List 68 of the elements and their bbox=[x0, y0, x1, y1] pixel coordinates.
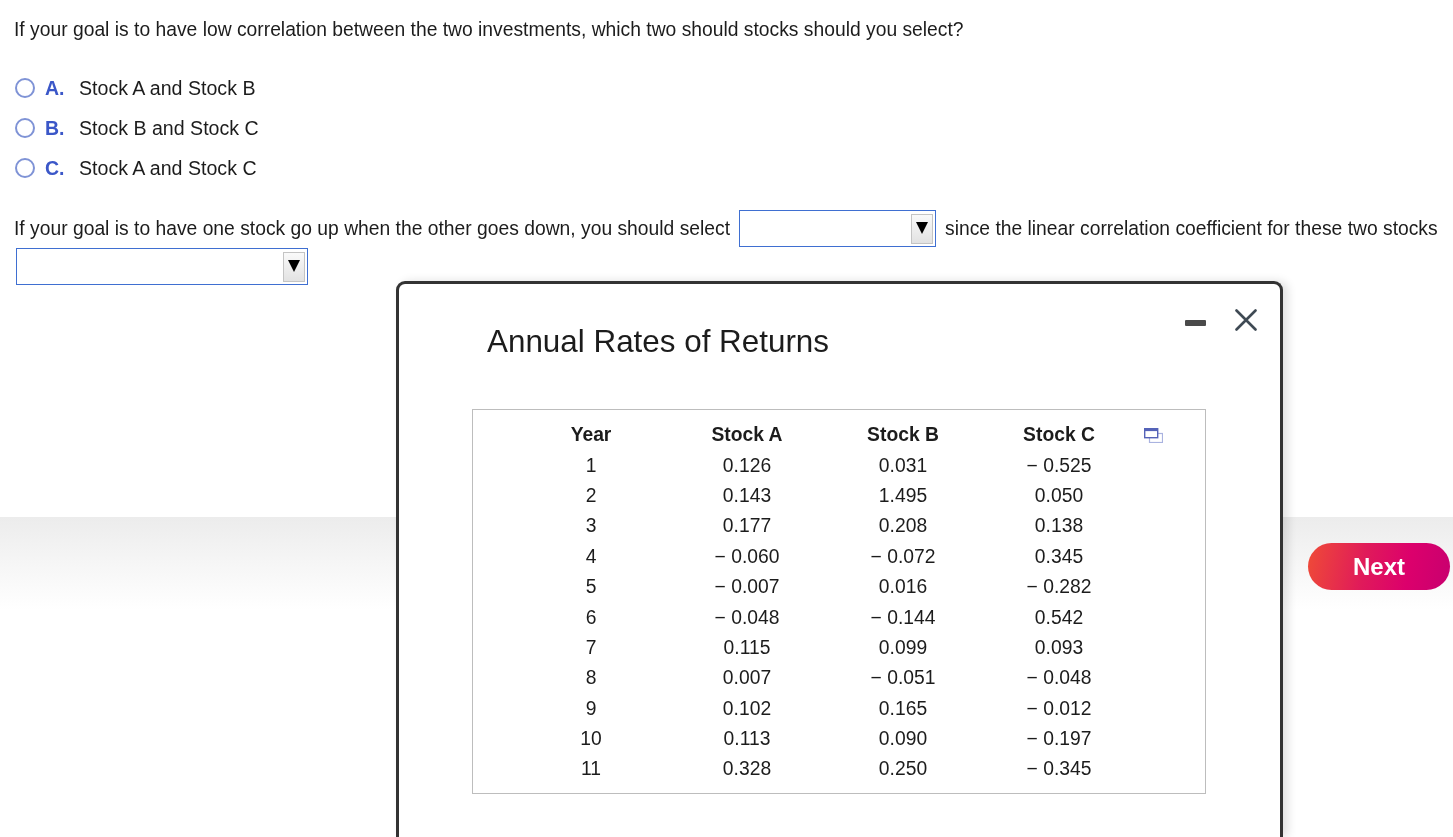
table-cell: 5 bbox=[585, 576, 597, 599]
table-cell: 0.099 bbox=[878, 636, 928, 659]
table-cell: 3 bbox=[585, 515, 597, 538]
table-cell: 0.031 bbox=[878, 454, 928, 477]
table-cell: − 0.007 bbox=[714, 576, 780, 599]
table-cell: − 0.525 bbox=[1026, 454, 1092, 477]
table-cell: − 0.345 bbox=[1026, 758, 1092, 781]
close-icon[interactable] bbox=[1235, 309, 1257, 331]
table-cell: − 0.048 bbox=[1026, 667, 1092, 690]
table-header: Stock B bbox=[867, 424, 939, 447]
radio-button[interactable] bbox=[15, 158, 35, 178]
table-cell: 0.250 bbox=[878, 758, 928, 781]
table-cell: 0.007 bbox=[722, 667, 772, 690]
table-cell: − 0.060 bbox=[714, 545, 780, 568]
table-cell: − 0.072 bbox=[870, 545, 936, 568]
table-cell: − 0.282 bbox=[1026, 576, 1092, 599]
table-cell: 0.090 bbox=[878, 728, 928, 751]
table-header: Year bbox=[570, 424, 612, 447]
table-cell: 1.495 bbox=[878, 484, 928, 507]
option-letter: A. bbox=[45, 76, 66, 100]
caret-icon[interactable] bbox=[911, 213, 933, 244]
option-label: Stock A and Stock B bbox=[79, 77, 256, 99]
option-label: Stock B and Stock C bbox=[79, 117, 259, 139]
table-cell: 0.102 bbox=[722, 697, 772, 720]
question-text: If your goal is to have low correlation between the two investments, which two should stocks should you select? bbox=[14, 19, 964, 41]
table-cell: − 0.051 bbox=[870, 667, 936, 690]
table-cell: 0.050 bbox=[1034, 484, 1084, 507]
table-cell: 7 bbox=[585, 636, 597, 659]
option-label: Stock A and Stock C bbox=[79, 157, 257, 179]
table-cell: 6 bbox=[585, 606, 597, 629]
table-cell: 9 bbox=[585, 697, 597, 720]
question-text: If your goal is to have one stock go up when the other goes down, you should select bbox=[14, 217, 730, 240]
table-cell: 0.016 bbox=[878, 576, 928, 599]
table-cell: 10 bbox=[580, 728, 602, 751]
caret-icon[interactable] bbox=[283, 251, 305, 282]
table-cell: − 0.144 bbox=[870, 606, 936, 629]
table-cell: 0.093 bbox=[1034, 636, 1084, 659]
radio-button[interactable] bbox=[15, 78, 35, 98]
table-cell: 0.208 bbox=[878, 515, 928, 538]
option-letter: C. bbox=[45, 156, 66, 180]
table-cell: 0.115 bbox=[723, 636, 771, 659]
dropdown-field[interactable] bbox=[16, 248, 308, 285]
table-cell: 0.328 bbox=[722, 758, 772, 781]
table-cell: 2 bbox=[585, 484, 597, 507]
table-cell: − 0.197 bbox=[1026, 728, 1092, 751]
dropdown-field[interactable] bbox=[739, 210, 936, 247]
table-cell: 0.345 bbox=[1034, 545, 1084, 568]
table-header: Stock A bbox=[711, 424, 783, 447]
table-cell: 0.113 bbox=[723, 728, 771, 751]
radio-button[interactable] bbox=[15, 118, 35, 138]
table-cell: − 0.048 bbox=[714, 606, 780, 629]
table-cell: 0.542 bbox=[1034, 606, 1084, 629]
table-cell: 4 bbox=[585, 545, 597, 568]
table-cell: − 0.012 bbox=[1026, 697, 1092, 720]
table-cell: 0.138 bbox=[1034, 515, 1084, 538]
table-cell: 0.126 bbox=[722, 454, 772, 477]
table-cell: 0.177 bbox=[722, 515, 772, 538]
table-header: Stock C bbox=[1023, 424, 1095, 447]
table-cell: 0.165 bbox=[878, 697, 928, 720]
table-cell: 1 bbox=[585, 454, 597, 477]
option-letter: B. bbox=[45, 116, 66, 140]
next-button[interactable]: Next bbox=[1308, 543, 1450, 590]
table-cell: 11 bbox=[581, 758, 601, 781]
popup-title: Annual Rates of Returns bbox=[487, 324, 829, 360]
table-cell: 0.143 bbox=[722, 484, 772, 507]
copy-icon[interactable] bbox=[1144, 427, 1163, 443]
question-text: since the linear correlation coefficient for these two stocks bbox=[945, 217, 1438, 240]
table-cell: 8 bbox=[585, 667, 597, 690]
